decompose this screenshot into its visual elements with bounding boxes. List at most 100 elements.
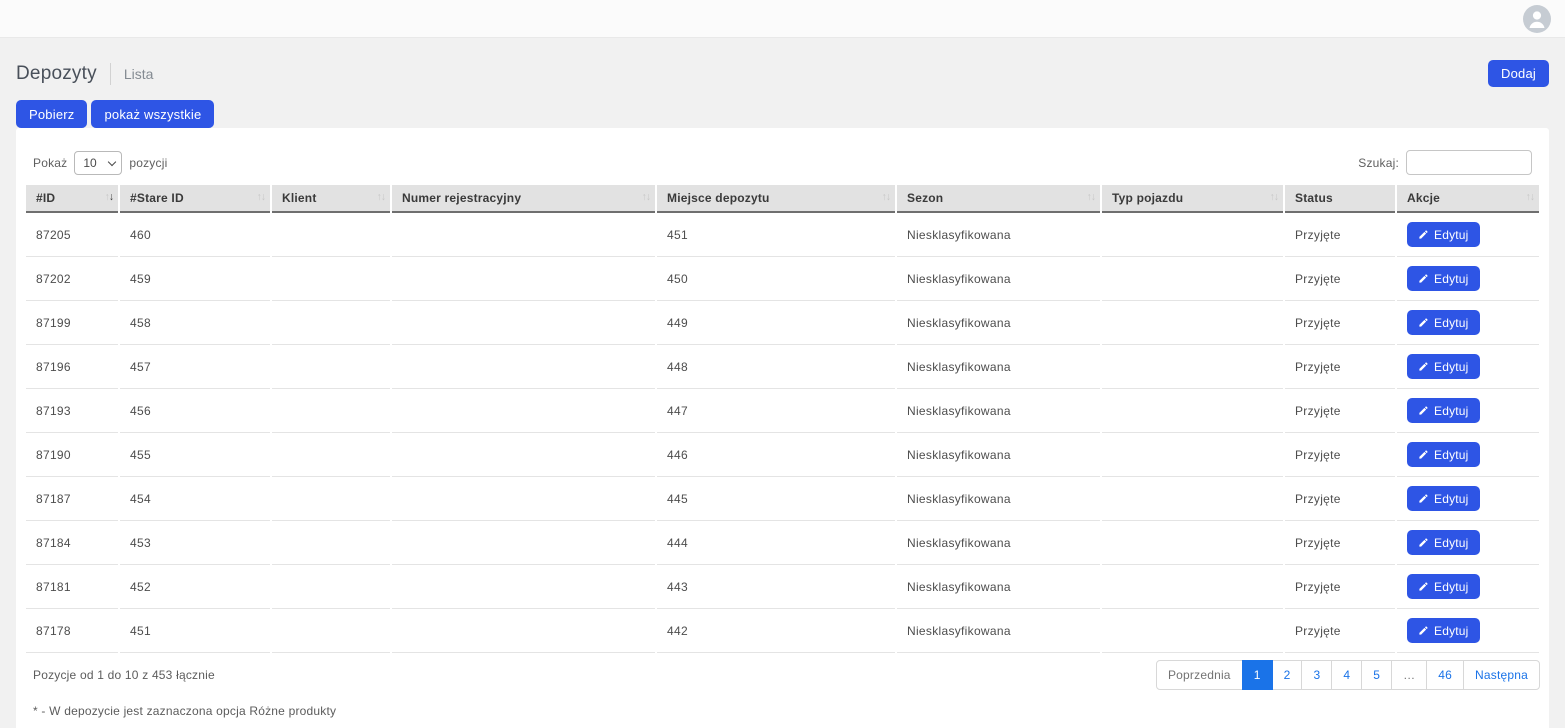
- edit-button[interactable]: Edytuj: [1407, 310, 1480, 335]
- table-row: 87202 459 450 Niesklasyfikowana Przyjęte…: [26, 257, 1539, 301]
- cell-id: 87199: [26, 301, 118, 345]
- cell-numer-rejestracyjny: [392, 301, 655, 345]
- show-all-button[interactable]: pokaż wszystkie: [91, 100, 214, 128]
- page-length-control: Pokaż 10 pozycji: [33, 151, 167, 175]
- cell-status: Przyjęte: [1285, 213, 1395, 257]
- table-row: 87181 452 443 Niesklasyfikowana Przyjęte…: [26, 565, 1539, 609]
- pagination-page-2[interactable]: 2: [1272, 660, 1303, 690]
- cell-akcje: Edytuj: [1397, 609, 1539, 653]
- cell-klient: [272, 521, 390, 565]
- cell-akcje: Edytuj: [1397, 301, 1539, 345]
- column-header-status: Status: [1285, 185, 1395, 213]
- table-row: 87193 456 447 Niesklasyfikowana Przyjęte…: [26, 389, 1539, 433]
- cell-akcje: Edytuj: [1397, 345, 1539, 389]
- cell-status: Przyjęte: [1285, 345, 1395, 389]
- column-header-sezon[interactable]: Sezon ↑↓: [897, 185, 1100, 213]
- cell-klient: [272, 213, 390, 257]
- cell-miejsce-depozytu: 447: [657, 389, 895, 433]
- cell-id: 87181: [26, 565, 118, 609]
- column-header-numer-rejestracyjny[interactable]: Numer rejestracyjny ↑↓: [392, 185, 655, 213]
- cell-typ-pojazdu: [1102, 301, 1283, 345]
- table-row: 87205 460 451 Niesklasyfikowana Przyjęte…: [26, 213, 1539, 257]
- edit-button[interactable]: Edytuj: [1407, 266, 1480, 291]
- column-header-klient[interactable]: Klient ↑↓: [272, 185, 390, 213]
- table-row: 87190 455 446 Niesklasyfikowana Przyjęte…: [26, 433, 1539, 477]
- pencil-icon: [1418, 405, 1429, 416]
- cell-sezon: Niesklasyfikowana: [897, 345, 1100, 389]
- pagination-page-5[interactable]: 5: [1361, 660, 1392, 690]
- cell-miejsce-depozytu: 450: [657, 257, 895, 301]
- column-header-stare-id[interactable]: #Stare ID ↑↓: [120, 185, 270, 213]
- cell-sezon: Niesklasyfikowana: [897, 477, 1100, 521]
- cell-sezon: Niesklasyfikowana: [897, 521, 1100, 565]
- download-button[interactable]: Pobierz: [16, 100, 87, 128]
- sort-icon: ↑↓: [1087, 191, 1096, 203]
- cell-klient: [272, 301, 390, 345]
- cell-numer-rejestracyjny: [392, 477, 655, 521]
- cell-klient: [272, 433, 390, 477]
- cell-akcje: Edytuj: [1397, 565, 1539, 609]
- cell-numer-rejestracyjny: [392, 521, 655, 565]
- cell-stare-id: 456: [120, 389, 270, 433]
- cell-status: Przyjęte: [1285, 257, 1395, 301]
- edit-button[interactable]: Edytuj: [1407, 618, 1480, 643]
- pagination-previous[interactable]: Poprzednia: [1156, 660, 1243, 690]
- cell-stare-id: 457: [120, 345, 270, 389]
- cell-typ-pojazdu: [1102, 257, 1283, 301]
- page-content: Depozyty Lista Dodaj Pobierz pokaż wszys…: [0, 59, 1565, 728]
- cell-numer-rejestracyjny: [392, 609, 655, 653]
- user-avatar-button[interactable]: [1523, 5, 1551, 33]
- edit-button[interactable]: Edytuj: [1407, 442, 1480, 467]
- pencil-icon: [1418, 625, 1429, 636]
- search-input[interactable]: [1406, 150, 1532, 175]
- cell-sezon: Niesklasyfikowana: [897, 213, 1100, 257]
- table-row: 87196 457 448 Niesklasyfikowana Przyjęte…: [26, 345, 1539, 389]
- pagination-page-3[interactable]: 3: [1301, 660, 1332, 690]
- column-header-typ-pojazdu[interactable]: Typ pojazdu ↑↓: [1102, 185, 1283, 213]
- pagination-next[interactable]: Następna: [1463, 660, 1540, 690]
- add-button[interactable]: Dodaj: [1488, 60, 1549, 87]
- cell-akcje: Edytuj: [1397, 477, 1539, 521]
- cell-miejsce-depozytu: 451: [657, 213, 895, 257]
- cell-akcje: Edytuj: [1397, 213, 1539, 257]
- edit-button[interactable]: Edytuj: [1407, 398, 1480, 423]
- cell-typ-pojazdu: [1102, 389, 1283, 433]
- cell-sezon: Niesklasyfikowana: [897, 609, 1100, 653]
- cell-numer-rejestracyjny: [392, 389, 655, 433]
- cell-typ-pojazdu: [1102, 477, 1283, 521]
- cell-id: 87205: [26, 213, 118, 257]
- topbar: [0, 0, 1565, 38]
- cell-id: 87196: [26, 345, 118, 389]
- search-control: Szukaj:: [1358, 150, 1532, 175]
- pagination: Poprzednia 1 2 3 4 5 … 46 Następna: [1156, 660, 1540, 690]
- cell-id: 87187: [26, 477, 118, 521]
- pagination-page-4[interactable]: 4: [1331, 660, 1362, 690]
- pencil-icon: [1418, 273, 1429, 284]
- table-row: 87187 454 445 Niesklasyfikowana Przyjęte…: [26, 477, 1539, 521]
- cell-numer-rejestracyjny: [392, 565, 655, 609]
- edit-button[interactable]: Edytuj: [1407, 486, 1480, 511]
- deposits-card: Pokaż 10 pozycji Szukaj:: [16, 128, 1549, 728]
- sort-icon: ↑↓: [1270, 191, 1279, 203]
- pagination-page-46[interactable]: 46: [1426, 660, 1464, 690]
- show-label: Pokaż: [33, 156, 67, 170]
- cell-status: Przyjęte: [1285, 565, 1395, 609]
- column-header-akcje[interactable]: Akcje ↑↓: [1397, 185, 1539, 213]
- deposits-table: #ID ↑↓ #Stare ID ↑↓ Klient ↑↓ Numer reje…: [24, 185, 1541, 653]
- pagination-page-1[interactable]: 1: [1242, 660, 1273, 690]
- edit-button[interactable]: Edytuj: [1407, 222, 1480, 247]
- cell-id: 87184: [26, 521, 118, 565]
- edit-button[interactable]: Edytuj: [1407, 574, 1480, 599]
- cell-miejsce-depozytu: 442: [657, 609, 895, 653]
- edit-button[interactable]: Edytuj: [1407, 530, 1480, 555]
- cell-stare-id: 453: [120, 521, 270, 565]
- page-size-select[interactable]: 10: [74, 151, 122, 175]
- column-header-id[interactable]: #ID ↑↓: [26, 185, 118, 213]
- search-label: Szukaj:: [1358, 156, 1399, 170]
- cell-klient: [272, 345, 390, 389]
- entries-label: pozycji: [129, 156, 167, 170]
- column-header-miejsce-depozytu[interactable]: Miejsce depozytu ↑↓: [657, 185, 895, 213]
- cell-miejsce-depozytu: 448: [657, 345, 895, 389]
- cell-status: Przyjęte: [1285, 389, 1395, 433]
- edit-button[interactable]: Edytuj: [1407, 354, 1480, 379]
